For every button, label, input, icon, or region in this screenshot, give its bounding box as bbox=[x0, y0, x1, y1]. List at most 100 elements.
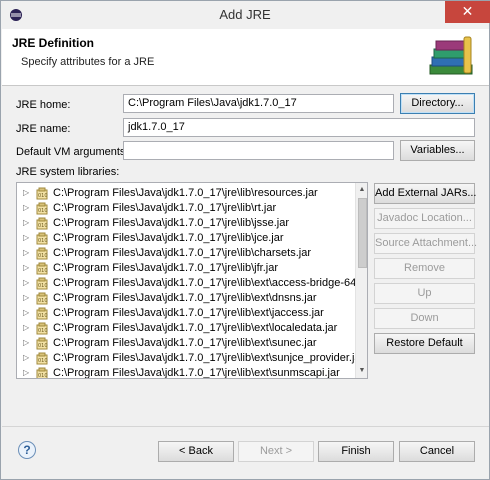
expand-arrow-icon[interactable]: ▷ bbox=[23, 353, 29, 362]
list-item[interactable]: ▷ 010 C:\Program Files\Java\jdk1.7.0_17\jr… bbox=[17, 216, 355, 231]
svg-text:010: 010 bbox=[38, 268, 48, 274]
svg-text:010: 010 bbox=[38, 313, 48, 319]
javadoc-location-button[interactable]: Javadoc Location... bbox=[374, 208, 475, 229]
list-item[interactable]: ▷ 010 C:\Program Files\Java\jdk1.7.0_17\jr… bbox=[17, 201, 355, 216]
svg-text:010: 010 bbox=[38, 223, 48, 229]
expand-arrow-icon[interactable]: ▷ bbox=[23, 323, 29, 332]
jar-icon: 010 bbox=[36, 187, 48, 200]
expand-arrow-icon[interactable]: ▷ bbox=[23, 368, 29, 377]
variables-button[interactable]: Variables... bbox=[400, 140, 475, 161]
expand-arrow-icon[interactable]: ▷ bbox=[23, 308, 29, 317]
scroll-thumb[interactable] bbox=[358, 198, 367, 268]
list-item[interactable]: ▷ 010 C:\Program Files\Java\jdk1.7.0_17\jr… bbox=[17, 261, 355, 276]
list-item[interactable]: ▷ 010 C:\Program Files\Java\jdk1.7.0_17\jr… bbox=[17, 351, 364, 366]
jar-icon: 010 bbox=[36, 307, 48, 320]
jre-home-label: JRE home: bbox=[16, 99, 71, 111]
jar-icon: 010 bbox=[36, 277, 48, 290]
title-bar[interactable]: Add JRE ✕ bbox=[1, 1, 490, 29]
library-path: C:\Program Files\Java\jdk1.7.0_17\jre\li… bbox=[53, 277, 368, 289]
jar-icon: 010 bbox=[36, 232, 48, 245]
cancel-button[interactable]: Cancel bbox=[399, 441, 475, 462]
libraries-tree[interactable]: ▷ 010 C:\Program Files\Java\jdk1.7.0_17\jr… bbox=[16, 182, 368, 379]
library-path: C:\Program Files\Java\jdk1.7.0_17\jre\li… bbox=[53, 232, 284, 244]
library-path: C:\Program Files\Java\jdk1.7.0_17\jre\li… bbox=[53, 292, 317, 304]
svg-text:010: 010 bbox=[38, 283, 48, 289]
library-path: C:\Program Files\Java\jdk1.7.0_17\jre\li… bbox=[53, 217, 289, 229]
svg-text:010: 010 bbox=[38, 343, 48, 349]
jre-home-field[interactable]: C:\Program Files\Java\jdk1.7.0_17 bbox=[123, 94, 394, 113]
svg-text:010: 010 bbox=[38, 253, 48, 259]
window-title: Add JRE bbox=[219, 7, 271, 22]
scroll-up-icon[interactable]: ▲ bbox=[356, 183, 367, 197]
library-path: C:\Program Files\Java\jdk1.7.0_17\jre\li… bbox=[53, 337, 317, 349]
down-button[interactable]: Down bbox=[374, 308, 475, 329]
expand-arrow-icon[interactable]: ▷ bbox=[23, 188, 29, 197]
expand-arrow-icon[interactable]: ▷ bbox=[23, 263, 29, 272]
expand-arrow-icon[interactable]: ▷ bbox=[23, 233, 29, 242]
library-path: C:\Program Files\Java\jdk1.7.0_17\jre\li… bbox=[53, 352, 365, 364]
help-icon[interactable]: ? bbox=[18, 441, 36, 459]
list-item[interactable]: ▷ 010 C:\Program Files\Java\jdk1.7.0_17\jr… bbox=[17, 336, 355, 351]
svg-text:010: 010 bbox=[38, 238, 48, 244]
library-path: C:\Program Files\Java\jdk1.7.0_17\jre\li… bbox=[53, 247, 311, 259]
vm-args-label: Default VM arguments: bbox=[16, 146, 129, 158]
svg-text:010: 010 bbox=[38, 373, 48, 379]
library-path: C:\Program Files\Java\jdk1.7.0_17\jre\li… bbox=[53, 367, 340, 379]
library-path: C:\Program Files\Java\jdk1.7.0_17\jre\li… bbox=[53, 202, 277, 214]
jar-icon: 010 bbox=[36, 262, 48, 275]
list-item[interactable]: ▷ 010 C:\Program Files\Java\jdk1.7.0_17\jr… bbox=[17, 291, 355, 306]
library-path: C:\Program Files\Java\jdk1.7.0_17\jre\li… bbox=[53, 187, 318, 199]
list-item[interactable]: ▷ 010 C:\Program Files\Java\jdk1.7.0_17\jr… bbox=[17, 366, 355, 379]
scroll-down-icon[interactable]: ▼ bbox=[356, 364, 367, 378]
vertical-scrollbar[interactable]: ▲ ▼ bbox=[355, 183, 367, 378]
restore-default-button[interactable]: Restore Default bbox=[374, 333, 475, 354]
svg-text:010: 010 bbox=[38, 298, 48, 304]
list-item[interactable]: ▷ 010 C:\Program Files\Java\jdk1.7.0_17\jr… bbox=[17, 321, 355, 336]
jar-icon: 010 bbox=[36, 217, 48, 230]
close-button[interactable]: ✕ bbox=[445, 1, 490, 23]
up-button[interactable]: Up bbox=[374, 283, 475, 304]
add-jre-dialog: Add JRE ✕ JRE Definition Specify attribu… bbox=[0, 0, 490, 480]
library-path: C:\Program Files\Java\jdk1.7.0_17\jre\li… bbox=[53, 262, 278, 274]
expand-arrow-icon[interactable]: ▷ bbox=[23, 203, 29, 212]
finish-button[interactable]: Finish bbox=[318, 441, 394, 462]
directory-button[interactable]: Directory... bbox=[400, 93, 475, 114]
list-item[interactable]: ▷ 010 C:\Program Files\Java\jdk1.7.0_17\jr… bbox=[17, 231, 355, 246]
jre-name-label: JRE name: bbox=[16, 123, 71, 135]
expand-arrow-icon[interactable]: ▷ bbox=[23, 278, 29, 287]
footer-separator bbox=[2, 426, 489, 427]
expand-arrow-icon[interactable]: ▷ bbox=[23, 218, 29, 227]
library-path: C:\Program Files\Java\jdk1.7.0_17\jre\li… bbox=[53, 322, 338, 334]
libraries-label: JRE system libraries: bbox=[16, 166, 120, 178]
jar-icon: 010 bbox=[36, 367, 48, 379]
jar-icon: 010 bbox=[36, 247, 48, 260]
vm-args-field[interactable] bbox=[123, 141, 394, 160]
svg-text:010: 010 bbox=[38, 358, 48, 364]
jar-icon: 010 bbox=[36, 202, 48, 215]
list-item[interactable]: ▷ 010 C:\Program Files\Java\jdk1.7.0_17\jr… bbox=[17, 186, 355, 201]
svg-text:010: 010 bbox=[38, 193, 48, 199]
source-attachment-button[interactable]: Source Attachment... bbox=[374, 233, 477, 254]
list-item[interactable]: ▷ 010 C:\Program Files\Java\jdk1.7.0_17\jr… bbox=[17, 306, 355, 321]
add-external-jars-button[interactable]: Add External JARs... bbox=[374, 183, 477, 204]
jar-icon: 010 bbox=[36, 352, 48, 365]
expand-arrow-icon[interactable]: ▷ bbox=[23, 338, 29, 347]
expand-arrow-icon[interactable]: ▷ bbox=[23, 248, 29, 257]
list-item[interactable]: ▷ 010 C:\Program Files\Java\jdk1.7.0_17\jr… bbox=[17, 246, 355, 261]
remove-button[interactable]: Remove bbox=[374, 258, 475, 279]
library-books-icon bbox=[429, 36, 473, 75]
svg-text:010: 010 bbox=[38, 328, 48, 334]
next-button[interactable]: Next > bbox=[238, 441, 314, 462]
back-button[interactable]: < Back bbox=[158, 441, 234, 462]
jar-icon: 010 bbox=[36, 337, 48, 350]
jar-icon: 010 bbox=[36, 292, 48, 305]
wizard-header: JRE Definition Specify attributes for a … bbox=[2, 29, 489, 86]
library-path: C:\Program Files\Java\jdk1.7.0_17\jre\li… bbox=[53, 307, 324, 319]
expand-arrow-icon[interactable]: ▷ bbox=[23, 293, 29, 302]
jar-icon: 010 bbox=[36, 322, 48, 335]
list-item[interactable]: ▷ 010 C:\Program Files\Java\jdk1.7.0_17\jr… bbox=[17, 276, 367, 291]
page-subtitle: Specify attributes for a JRE bbox=[21, 56, 155, 68]
jre-name-field[interactable]: jdk1.7.0_17 bbox=[123, 118, 475, 137]
page-title: JRE Definition bbox=[12, 36, 95, 50]
svg-text:010: 010 bbox=[38, 208, 48, 214]
